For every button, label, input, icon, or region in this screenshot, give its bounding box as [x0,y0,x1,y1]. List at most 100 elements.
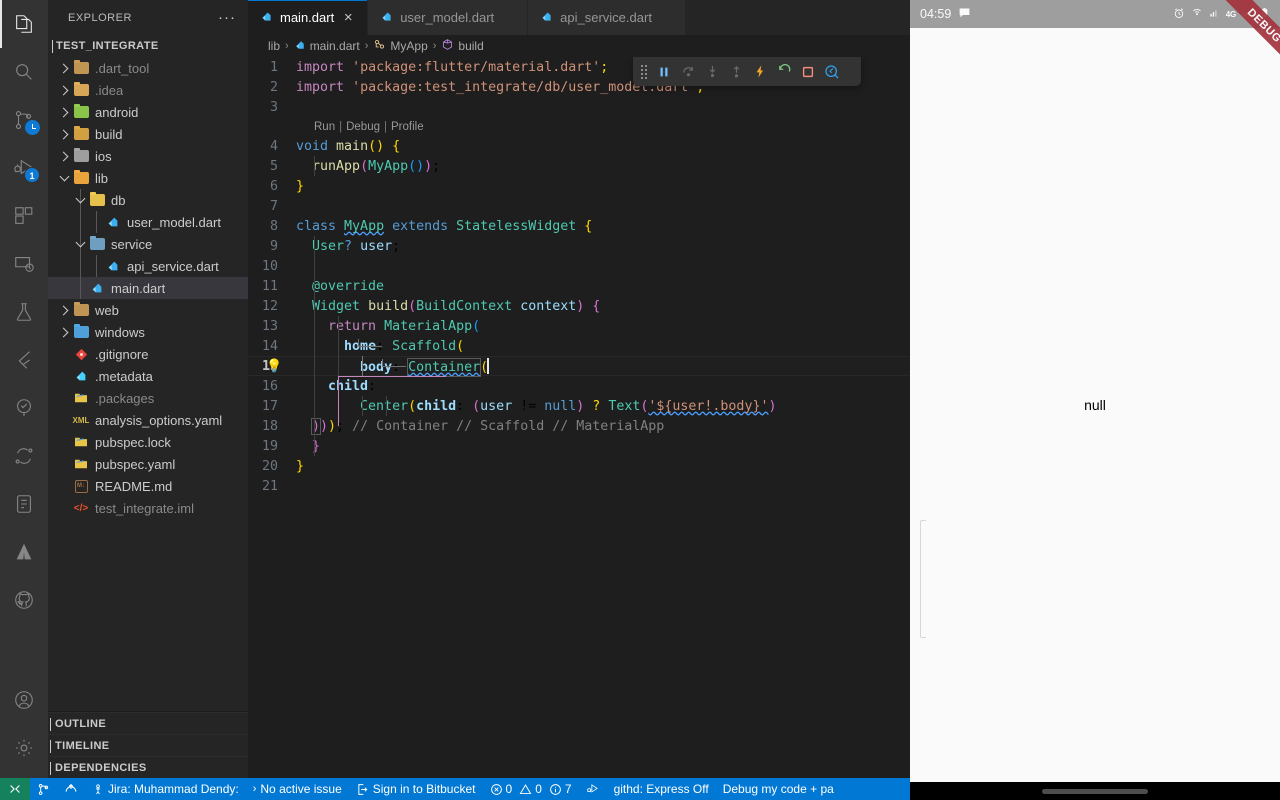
tree-item-lib[interactable]: lib [48,167,248,189]
git-icon [72,348,90,361]
chevron-right-icon[interactable] [56,85,72,95]
chevron-right-icon[interactable] [56,151,72,161]
tree-item-test-integrate-iml[interactable]: </> test_integrate.iml [48,497,248,519]
chevron-right-icon[interactable] [56,63,72,73]
emulator-app-content[interactable]: null [910,28,1280,782]
activitybar-item-source-control[interactable] [0,96,48,144]
debug-toolbar[interactable] [633,57,861,86]
chevron-down-icon[interactable] [72,193,88,204]
yaml-file-icon [72,392,90,404]
chevron-right-icon[interactable] [56,107,72,117]
tree-item-main-dart[interactable]: main.dart [48,277,248,299]
emulator-screen[interactable]: 04:59 4G null DEBUG [910,0,1280,800]
pause-button[interactable] [653,60,675,84]
status-debug-my-code[interactable]: Debug my code + pa [716,778,841,800]
debug-icon [586,782,600,796]
tree-item-pubspec-yaml[interactable]: pubspec.yaml [48,453,248,475]
file-tree[interactable]: .dart_tool .idea android build ios lib db user_… [48,57,248,711]
tree-item-db[interactable]: db [48,189,248,211]
tab-user-model-dart[interactable]: user_model.dart × [368,0,529,35]
activitybar-item-search[interactable] [0,48,48,96]
tree-item-gitignore[interactable]: .gitignore [48,343,248,365]
open-devtools-inspector-button[interactable] [821,60,843,84]
line-number: 19 [261,438,278,454]
step-over-button[interactable] [677,60,699,84]
activitybar-item-notes[interactable] [0,480,48,528]
tree-item-dart-tool[interactable]: .dart_tool [48,57,248,79]
tree-item-packages[interactable]: .packages [48,387,248,409]
breadcrumb-item-build[interactable]: build [441,38,484,54]
status-jira-account[interactable]: Jira: Muhammad Dendy: [85,778,246,800]
chevron-down-icon[interactable] [72,237,88,248]
breadcrumb-item-myapp[interactable]: MyApp [373,38,428,54]
activitybar-item-atlassian[interactable] [0,528,48,576]
tree-item-user-model-dart[interactable]: user_model.dart [48,211,248,233]
breadcrumb-item-main-dart[interactable]: main.dart [294,39,360,54]
activitybar-item-run-and-debug[interactable]: 1 [0,144,48,192]
tree-item-web[interactable]: web [48,299,248,321]
step-out-button[interactable] [725,60,747,84]
tree-item-ios[interactable]: ios [48,145,248,167]
github-icon [13,589,35,611]
notes-icon [13,493,35,515]
chevron-right-icon[interactable] [56,129,72,139]
step-into-button[interactable] [701,60,723,84]
status-githd-express[interactable]: githd: Express Off [607,778,716,800]
sidebar-section-timeline[interactable]: TIMELINE [48,734,248,756]
tree-item-api-service-dart[interactable]: api_service.dart [48,255,248,277]
line-text: child: [328,378,377,394]
status-remote-window[interactable] [0,778,30,800]
status-sync-changes[interactable] [57,778,85,800]
status-source-branch[interactable] [30,778,57,800]
tab-label: main.dart [280,10,335,25]
hot-reload-button[interactable] [749,60,771,84]
tree-item-metadata[interactable]: .metadata [48,365,248,387]
sidebar-more-actions[interactable]: ··· [218,10,236,25]
codelens-run[interactable]: Run [314,121,335,133]
tree-item-service[interactable]: service [48,233,248,255]
activitybar-item-testing[interactable] [0,288,48,336]
emulator-text-null: null [1084,397,1106,413]
line-number: 11 [261,278,278,294]
sidebar-section-outline[interactable]: OUTLINE [48,712,248,734]
activitybar-item-diff[interactable] [0,432,48,480]
android-emulator-window[interactable]: 04:59 4G null DEBUG [910,0,1280,800]
sidebar-section-dependencies[interactable]: DEPENDENCIES [48,756,248,778]
tree-item-idea[interactable]: .idea [48,79,248,101]
emulator-gesture-bar[interactable] [910,789,1280,794]
activitybar-item-todo-tree[interactable] [0,384,48,432]
status-badge[interactable]: 0 0 7 [483,778,579,800]
lightbulb-icon[interactable]: 💡 [266,358,282,374]
tab-main-dart[interactable]: main.dart × [248,0,369,35]
status-active-issue[interactable]: › No active issue [246,778,349,800]
activitybar-item-extensions[interactable] [0,192,48,240]
status-bitbucket-signin[interactable]: Sign in to Bitbucket [349,778,483,800]
close-icon[interactable]: × [341,10,355,25]
codelens-profile[interactable]: Profile [391,121,424,133]
hot-restart-button[interactable] [773,60,795,84]
tree-item-analysis-options-yaml[interactable]: XML analysis_options.yaml [48,409,248,431]
activitybar-item-explorer[interactable] [0,0,48,48]
chevron-right-icon[interactable] [56,327,72,337]
tree-item-windows[interactable]: windows [48,321,248,343]
tab-api-service-dart[interactable]: api_service.dart × [528,0,686,35]
activitybar-item-settings[interactable] [0,724,48,772]
chevron-right-icon[interactable] [56,305,72,315]
info-count: 7 [564,782,572,796]
line-number: 18 [261,418,278,434]
chevron-down-icon[interactable] [56,171,72,182]
tree-item-build[interactable]: build [48,123,248,145]
codelens-debug[interactable]: Debug [346,121,380,133]
stop-button[interactable] [797,60,819,84]
gripper-icon[interactable] [641,64,647,79]
activitybar-item-accounts[interactable] [0,676,48,724]
activitybar-item-github[interactable] [0,576,48,624]
activitybar-item-remote-explorer[interactable] [0,240,48,288]
tree-item-pubspec-lock[interactable]: pubspec.lock [48,431,248,453]
status-debug-extra[interactable] [579,778,607,800]
explorer-root-folder[interactable]: TEST_INTEGRATE [48,35,248,57]
tree-item-android[interactable]: android [48,101,248,123]
tree-item-readme-md[interactable]: M↓ README.md [48,475,248,497]
breadcrumb-item-lib[interactable]: lib [268,39,280,53]
activitybar-item-flutter[interactable] [0,336,48,384]
